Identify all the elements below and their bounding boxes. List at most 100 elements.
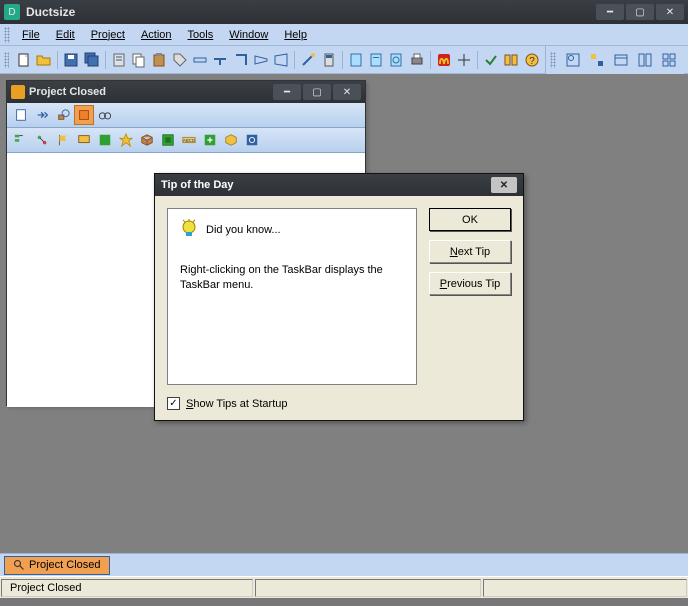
report2-icon[interactable] [367,49,385,71]
taskbar-project-button[interactable]: Project Closed [4,556,110,575]
project-titlebar: Project Closed ━ ▢ ✕ [7,81,365,103]
separator [477,51,478,69]
save-all-icon[interactable] [83,49,101,71]
ct-target-icon[interactable] [242,130,262,150]
open-file-icon[interactable] [35,49,53,71]
zoom-fit-icon[interactable] [562,49,584,71]
report3-icon[interactable] [387,49,405,71]
mcdonalds-icon[interactable] [435,49,453,71]
nav-icon[interactable] [586,49,608,71]
ct-tree-icon[interactable] [11,130,31,150]
tile-icon[interactable] [658,49,680,71]
separator [105,51,106,69]
project-title: Project Closed [29,86,273,98]
menu-window[interactable]: Window [221,27,276,43]
ct-system-icon[interactable] [74,105,94,125]
ct-display-icon[interactable] [74,130,94,150]
child-close-button[interactable]: ✕ [333,84,361,100]
ct-link-icon[interactable] [32,130,52,150]
tag-icon[interactable] [171,49,189,71]
ct-green-icon[interactable] [95,130,115,150]
print-icon[interactable] [407,49,425,71]
tip-body: Did you know... Right-clicking on the Ta… [155,196,523,397]
close-button[interactable]: ✕ [656,4,684,20]
menu-project[interactable]: Project [83,27,133,43]
new-file-icon[interactable] [15,49,33,71]
taskbar[interactable]: Project Closed [0,553,688,576]
magnify-icon [13,559,25,571]
transition-icon[interactable] [272,49,290,71]
ct-star-icon[interactable] [116,130,136,150]
ct-green2-icon[interactable] [158,130,178,150]
calc-icon[interactable] [319,49,337,71]
window-controls: ━ ▢ ✕ [596,4,684,20]
tip-close-button[interactable]: ✕ [491,177,517,193]
help-icon[interactable]: ? [523,49,541,71]
wand-icon[interactable] [299,49,317,71]
ct-greenarrow-icon[interactable] [200,130,220,150]
tip-foot: ✓ Show Tips at Startup [155,397,523,420]
report1-icon[interactable] [347,49,365,71]
window-list-icon[interactable] [610,49,632,71]
elbow-icon[interactable] [231,49,249,71]
app-titlebar: D Ductsize ━ ▢ ✕ [0,0,688,24]
project-toolbar-1 [7,103,365,128]
ct-flag-icon[interactable] [53,130,73,150]
tip-content: Right-clicking on the TaskBar displays t… [180,263,404,294]
menu-edit[interactable]: Edit [48,27,83,43]
tip-panel: Did you know... Right-clicking on the Ta… [167,208,417,385]
tip-titlebar: Tip of the Day ✕ [155,174,523,196]
menu-tools[interactable]: Tools [180,27,222,43]
separator [342,51,343,69]
child-maximize-button[interactable]: ▢ [303,84,331,100]
previous-tip-button[interactable]: Previous Tip [429,272,511,295]
toolbar-group-right [545,46,684,74]
separator [430,51,431,69]
maximize-button[interactable]: ▢ [626,4,654,20]
status-cell-3 [483,579,687,597]
child-window-controls: ━ ▢ ✕ [273,84,361,100]
tip-buttons: OK Next Tip Previous Tip [429,208,511,385]
notes-icon[interactable] [110,49,128,71]
ct-sheet-icon[interactable] [11,105,31,125]
menu-file[interactable]: File [14,27,48,43]
client-area: Project Closed ━ ▢ ✕ ABCD [0,74,688,576]
menu-action[interactable]: Action [133,27,180,43]
separator [294,51,295,69]
menubar: File Edit Project Action Tools Window He… [0,24,688,46]
main-toolbar: ? [0,46,688,74]
copy-icon[interactable] [130,49,148,71]
check-icon[interactable] [482,49,500,71]
status-text: Project Closed [1,579,253,597]
minimize-button[interactable]: ━ [596,4,624,20]
tip-dialog: Tip of the Day ✕ Did you know... Right-c… [154,173,524,421]
child-minimize-button[interactable]: ━ [273,84,301,100]
menu-help[interactable]: Help [276,27,315,43]
separator [57,51,58,69]
show-tips-label: Show Tips at Startup [186,398,288,410]
layout-icon[interactable] [634,49,656,71]
ct-3d-icon[interactable] [221,130,241,150]
crosshair-icon[interactable] [455,49,473,71]
save-icon[interactable] [62,49,80,71]
duct-tee-icon[interactable] [211,49,229,71]
reducer-icon[interactable] [252,49,270,71]
tip-head: Did you know... [180,219,404,241]
book-icon[interactable] [502,49,520,71]
tip-heading: Did you know... [206,224,281,236]
ct-box-icon[interactable] [137,130,157,150]
project-icon [11,85,25,99]
ok-button[interactable]: OK [429,208,511,231]
statusbar: Project Closed [0,576,688,598]
svg-text:ABCD: ABCD [183,138,195,143]
svg-text:?: ? [529,56,535,67]
ct-forward-icon[interactable] [32,105,52,125]
app-icon: D [4,4,20,20]
ct-label-icon[interactable]: ABCD [179,130,199,150]
ct-binoculars-icon[interactable] [95,105,115,125]
next-tip-button[interactable]: Next Tip [429,240,511,263]
ct-fan-icon[interactable] [53,105,73,125]
duct-icon[interactable] [191,49,209,71]
show-tips-checkbox[interactable]: ✓ [167,397,180,410]
paste-icon[interactable] [150,49,168,71]
